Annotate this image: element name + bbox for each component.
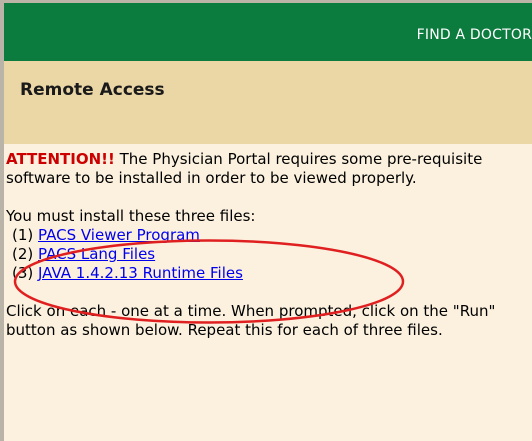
list-item: (1) PACS Viewer Program (6, 226, 532, 245)
top-nav-bar: FIND A DOCTOR (4, 3, 532, 61)
files-heading: You must install these three files: (6, 207, 256, 225)
list-number: (3) (12, 264, 39, 282)
file-list: (1) PACS Viewer Program (2) PACS Lang Fi… (6, 226, 532, 283)
list-number: (1) (12, 226, 39, 244)
java-runtime-files-link[interactable]: JAVA 1.4.2.13 Runtime Files (38, 264, 243, 282)
pacs-lang-files-link[interactable]: PACS Lang Files (38, 245, 155, 263)
find-a-doctor-link[interactable]: FIND A DOCTOR (417, 27, 532, 43)
pacs-viewer-program-link[interactable]: PACS Viewer Program (38, 226, 200, 244)
page-title: Remote Access (20, 80, 165, 100)
attention-label: ATTENTION!! (6, 150, 115, 168)
list-number: (2) (12, 245, 39, 263)
section-header: Remote Access (4, 61, 532, 144)
instructions-text: Click on each - one at a time. When prom… (6, 302, 496, 339)
main-content: ATTENTION!! The Physician Portal require… (6, 150, 532, 340)
list-item: (2) PACS Lang Files (6, 245, 532, 264)
attention-notice: ATTENTION!! The Physician Portal require… (6, 150, 532, 188)
list-item: (3) JAVA 1.4.2.13 Runtime Files (6, 264, 532, 283)
